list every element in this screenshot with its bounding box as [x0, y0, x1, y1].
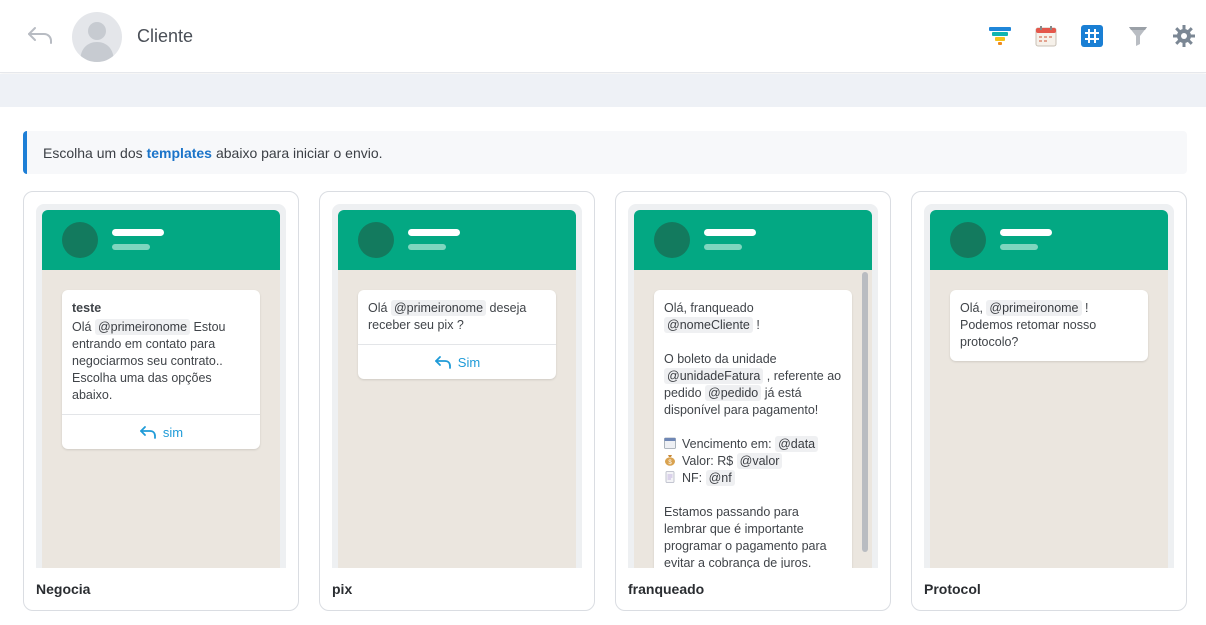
phone-preview: Olá, franqueado @nomeCliente ! O boleto …	[628, 204, 878, 568]
chat-header	[634, 210, 872, 270]
template-card-negocia[interactable]: teste Olá @primeironome Estou entrando e…	[23, 191, 299, 611]
chat-avatar	[950, 222, 986, 258]
quick-reply-button[interactable]: Sim	[358, 344, 556, 379]
chat-avatar	[358, 222, 394, 258]
gear-icon	[1173, 25, 1195, 47]
template-name: franqueado	[628, 581, 705, 597]
message-text: Olá, franqueado @nomeCliente ! O boleto …	[664, 301, 842, 568]
template-card-protocol[interactable]: Olá, @primeironome ! Podemos retomar nos…	[911, 191, 1187, 611]
contact-name: Cliente	[137, 26, 194, 46]
settings-tool-button[interactable]	[1172, 24, 1196, 48]
chat-header	[930, 210, 1168, 270]
message-bubble: Olá @primeironome deseja receber seu pix…	[358, 290, 556, 379]
message-text: Olá, @primeironome ! Podemos retomar nos…	[960, 300, 1100, 349]
variable-tag: @valor	[736, 453, 783, 469]
message-text: Olá @primeironome Estou entrando em cont…	[72, 319, 229, 402]
message-bubble: teste Olá @primeironome Estou entrando e…	[62, 290, 260, 449]
top-header: Cliente	[0, 0, 1206, 73]
reply-arrow-icon	[434, 356, 451, 369]
reply-arrow-icon	[139, 426, 156, 439]
message-title: teste	[72, 301, 102, 315]
avatar[interactable]	[72, 12, 122, 62]
funnel-tool-button[interactable]	[988, 24, 1012, 48]
chat-avatar	[654, 222, 690, 258]
chat-body: Olá @primeironome deseja receber seu pix…	[338, 270, 576, 568]
scrollbar-thumb[interactable]	[862, 272, 868, 552]
template-card-pix[interactable]: Olá @primeironome deseja receber seu pix…	[319, 191, 595, 611]
template-name: Negocia	[36, 581, 91, 597]
chat-header	[42, 210, 280, 270]
chat-avatar	[62, 222, 98, 258]
money-bag-emoji-icon: $	[665, 455, 675, 466]
variable-tag: @nomeCliente	[664, 317, 753, 333]
variable-tag: @primeironome	[94, 319, 191, 335]
chat-header	[338, 210, 576, 270]
variable-tag: @primeironome	[390, 300, 487, 316]
phone-preview: Olá @primeironome deseja receber seu pix…	[332, 204, 582, 568]
variable-tag: @data	[775, 436, 819, 452]
quick-reply-label: sim	[162, 424, 184, 440]
notice-highlight: templates	[146, 144, 212, 161]
filter-icon	[1129, 27, 1147, 46]
document-emoji-icon	[665, 471, 675, 483]
variable-tag: @nf	[705, 470, 735, 486]
message-bubble: Olá, franqueado @nomeCliente ! O boleto …	[654, 290, 852, 568]
toolbar	[988, 24, 1196, 48]
grid-tool-button[interactable]	[1080, 24, 1104, 48]
variable-tag: @unidadeFatura	[664, 368, 764, 384]
template-name: Protocol	[924, 581, 981, 597]
header-band	[0, 74, 1206, 107]
template-card-franqueado[interactable]: Olá, franqueado @nomeCliente ! O boleto …	[615, 191, 891, 611]
notice-after: abaixo para iniciar o envio.	[215, 144, 383, 161]
chat-body: teste Olá @primeironome Estou entrando e…	[42, 270, 280, 568]
variable-tag: @pedido	[705, 385, 762, 401]
calendar-emoji-icon	[664, 437, 676, 449]
calendar-tool-button[interactable]	[1034, 24, 1058, 48]
chat-body: Olá, franqueado @nomeCliente ! O boleto …	[634, 270, 872, 568]
notice-before: Escolha um dos	[43, 144, 143, 161]
funnel-color-icon	[989, 27, 1011, 45]
phone-preview: Olá, @primeironome ! Podemos retomar nos…	[924, 204, 1174, 568]
calendar-icon	[1035, 26, 1057, 47]
template-notice: Escolha um dos templates abaixo para ini…	[23, 131, 1187, 174]
filter-tool-button[interactable]	[1126, 24, 1150, 48]
template-name: pix	[332, 581, 353, 597]
phone-preview: teste Olá @primeironome Estou entrando e…	[36, 204, 286, 568]
back-button[interactable]	[26, 24, 54, 48]
back-arrow-icon	[28, 27, 52, 44]
quick-reply-button[interactable]: sim	[62, 414, 260, 449]
user-silhouette-icon	[80, 22, 114, 62]
message-bubble: Olá, @primeironome ! Podemos retomar nos…	[950, 290, 1148, 361]
grid-icon	[1081, 25, 1103, 47]
message-text: Olá @primeironome deseja receber seu pix…	[368, 300, 530, 332]
quick-reply-label: Sim	[457, 354, 481, 370]
variable-tag: @primeironome	[986, 300, 1082, 316]
chat-body: Olá, @primeironome ! Podemos retomar nos…	[930, 270, 1168, 568]
